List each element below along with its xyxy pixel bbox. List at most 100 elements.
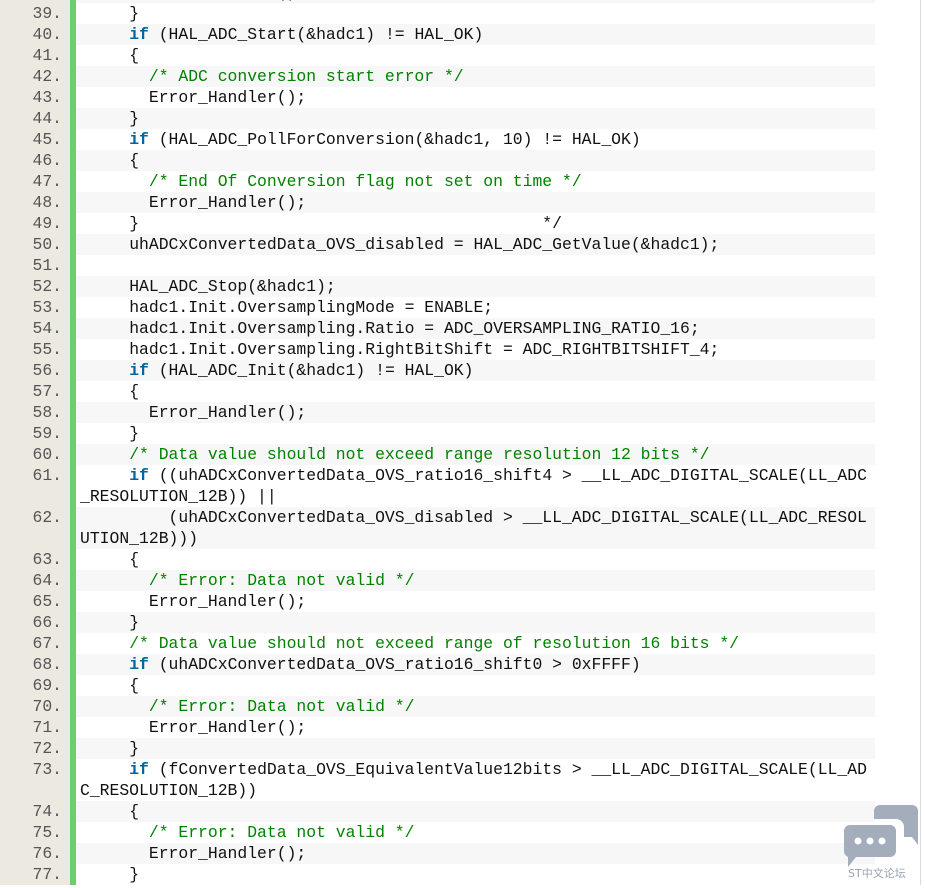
line-number: 65. <box>0 591 70 612</box>
line-number: 70. <box>0 696 70 717</box>
code-line: 53. hadc1.Init.OversamplingMode = ENABLE… <box>0 297 920 318</box>
code-line: 66. } <box>0 612 920 633</box>
code-line: 54. hadc1.Init.Oversampling.Ratio = ADC_… <box>0 318 920 339</box>
code-line: 57. { <box>0 381 920 402</box>
line-number: 49. <box>0 213 70 234</box>
code-line: 42. /* ADC conversion start error */ <box>0 66 920 87</box>
line-number: 73. <box>0 759 70 801</box>
line-number: 52. <box>0 276 70 297</box>
line-number: 74. <box>0 801 70 822</box>
line-number: 71. <box>0 717 70 738</box>
line-number: 66. <box>0 612 70 633</box>
code-line: 60. /* Data value should not exceed rang… <box>0 444 920 465</box>
code-line: 51. <box>0 255 920 276</box>
code-text: /* ADC conversion start error */ <box>76 66 875 87</box>
line-number: 72. <box>0 738 70 759</box>
code-line: 44. } <box>0 108 920 129</box>
code-line: 70. /* Error: Data not valid */ <box>0 696 920 717</box>
code-text: if (uhADCxConvertedData_OVS_ratio16_shif… <box>76 654 875 675</box>
code-text: if ((uhADCxConvertedData_OVS_ratio16_shi… <box>80 466 867 506</box>
code-line: 49. } */ <box>0 213 920 234</box>
line-number: 67. <box>0 633 70 654</box>
code-text: Error_Handler(); <box>80 88 307 107</box>
code-line: 43. Error_Handler(); <box>0 87 920 108</box>
code-line: 62. (uhADCxConvertedData_OVS_disabled > … <box>0 507 920 549</box>
code-line: 41. { <box>0 45 920 66</box>
line-number: 63. <box>0 549 70 570</box>
code-text: Error_Handler(); <box>80 718 307 737</box>
code-line: 61. if ((uhADCxConvertedData_OVS_ratio16… <box>0 465 920 507</box>
line-number: 47. <box>0 171 70 192</box>
line-number: 57. <box>0 381 70 402</box>
code-text: { <box>80 382 140 401</box>
code-text: Error_Handler(); <box>76 192 875 213</box>
code-line: 59. } <box>0 423 920 444</box>
code-text: /* Data value should not exceed range re… <box>76 444 875 465</box>
code-line: 40. if (HAL_ADC_Start(&hadc1) != HAL_OK) <box>0 24 920 45</box>
line-number: 77. <box>0 864 70 885</box>
code-text: if (HAL_ADC_PollForConversion(&hadc1, 10… <box>129 130 641 149</box>
line-number: 76. <box>0 843 70 864</box>
code-text: hadc1.Init.Oversampling.RightBitShift = … <box>80 340 720 359</box>
code-line: 56. if (HAL_ADC_Init(&hadc1) != HAL_OK) <box>0 360 920 381</box>
line-number: 43. <box>0 87 70 108</box>
code-text: uhADCxConvertedData_OVS_disabled = HAL_A… <box>76 234 875 255</box>
line-number: 54. <box>0 318 70 339</box>
line-number: 40. <box>0 24 70 45</box>
code-text: { <box>80 46 140 65</box>
line-number: 60. <box>0 444 70 465</box>
line-number: 68. <box>0 654 70 675</box>
line-number: 59. <box>0 423 70 444</box>
code-line: 46. { <box>0 150 920 171</box>
code-text: /* Error: Data not valid */ <box>148 823 415 842</box>
code-line: 58. Error_Handler(); <box>0 402 920 423</box>
code-text: Error_Handler(); <box>76 402 875 423</box>
line-number: 56. <box>0 360 70 381</box>
code-line: 74. { <box>0 801 920 822</box>
line-number: 45. <box>0 129 70 150</box>
code-line: 69. { <box>0 675 920 696</box>
line-number: 39. <box>0 3 70 24</box>
line-number: 61. <box>0 465 70 507</box>
code-text: } <box>76 108 875 129</box>
code-line: 63. { <box>0 549 920 570</box>
code-text: /* End Of Conversion flag not set on tim… <box>148 172 582 191</box>
code-text: } <box>76 612 875 633</box>
code-line: 50. uhADCxConvertedData_OVS_disabled = H… <box>0 234 920 255</box>
line-number: 51. <box>0 255 70 276</box>
line-number: 50. <box>0 234 70 255</box>
code-text: Error_Handler(); <box>80 592 307 611</box>
code-line: 67. /* Data value should not exceed rang… <box>0 633 920 654</box>
line-number: 58. <box>0 402 70 423</box>
code-line: 48. Error_Handler(); <box>0 192 920 213</box>
code-text: } <box>80 4 140 23</box>
code-line: 77. } <box>0 864 920 885</box>
code-line: 73. if (fConvertedData_OVS_EquivalentVal… <box>0 759 920 801</box>
line-number: 46. <box>0 150 70 171</box>
line-number: 62. <box>0 507 70 549</box>
code-text: { <box>76 801 875 822</box>
watermark-text: ST中文论坛 <box>848 867 906 880</box>
code-line: 76. Error_Handler(); <box>0 843 920 864</box>
code-text: } */ <box>80 214 562 233</box>
code-line: 65. Error_Handler(); <box>0 591 920 612</box>
code-line: 47. /* End Of Conversion flag not set on… <box>0 171 920 192</box>
code-text: /* Error: Data not valid */ <box>76 696 875 717</box>
code-text: if (HAL_ADC_Start(&hadc1) != HAL_OK) <box>76 24 875 45</box>
code-text: /* Data value should not exceed range of… <box>129 634 740 653</box>
line-number: 55. <box>0 339 70 360</box>
code-line: 52. HAL_ADC_Stop(&hadc1); <box>0 276 920 297</box>
line-number: 53. <box>0 297 70 318</box>
code-text: { <box>76 150 875 171</box>
line-number: 42. <box>0 66 70 87</box>
code-text: } <box>80 865 140 884</box>
code-text: { <box>80 676 140 695</box>
code-text: } <box>76 738 875 759</box>
code-text: } <box>80 424 140 443</box>
line-number: 44. <box>0 108 70 129</box>
code-text: if (HAL_ADC_Init(&hadc1) != HAL_OK) <box>76 360 875 381</box>
line-number: 41. <box>0 45 70 66</box>
code-text: { <box>80 550 140 569</box>
code-line: 39. } <box>0 3 920 24</box>
